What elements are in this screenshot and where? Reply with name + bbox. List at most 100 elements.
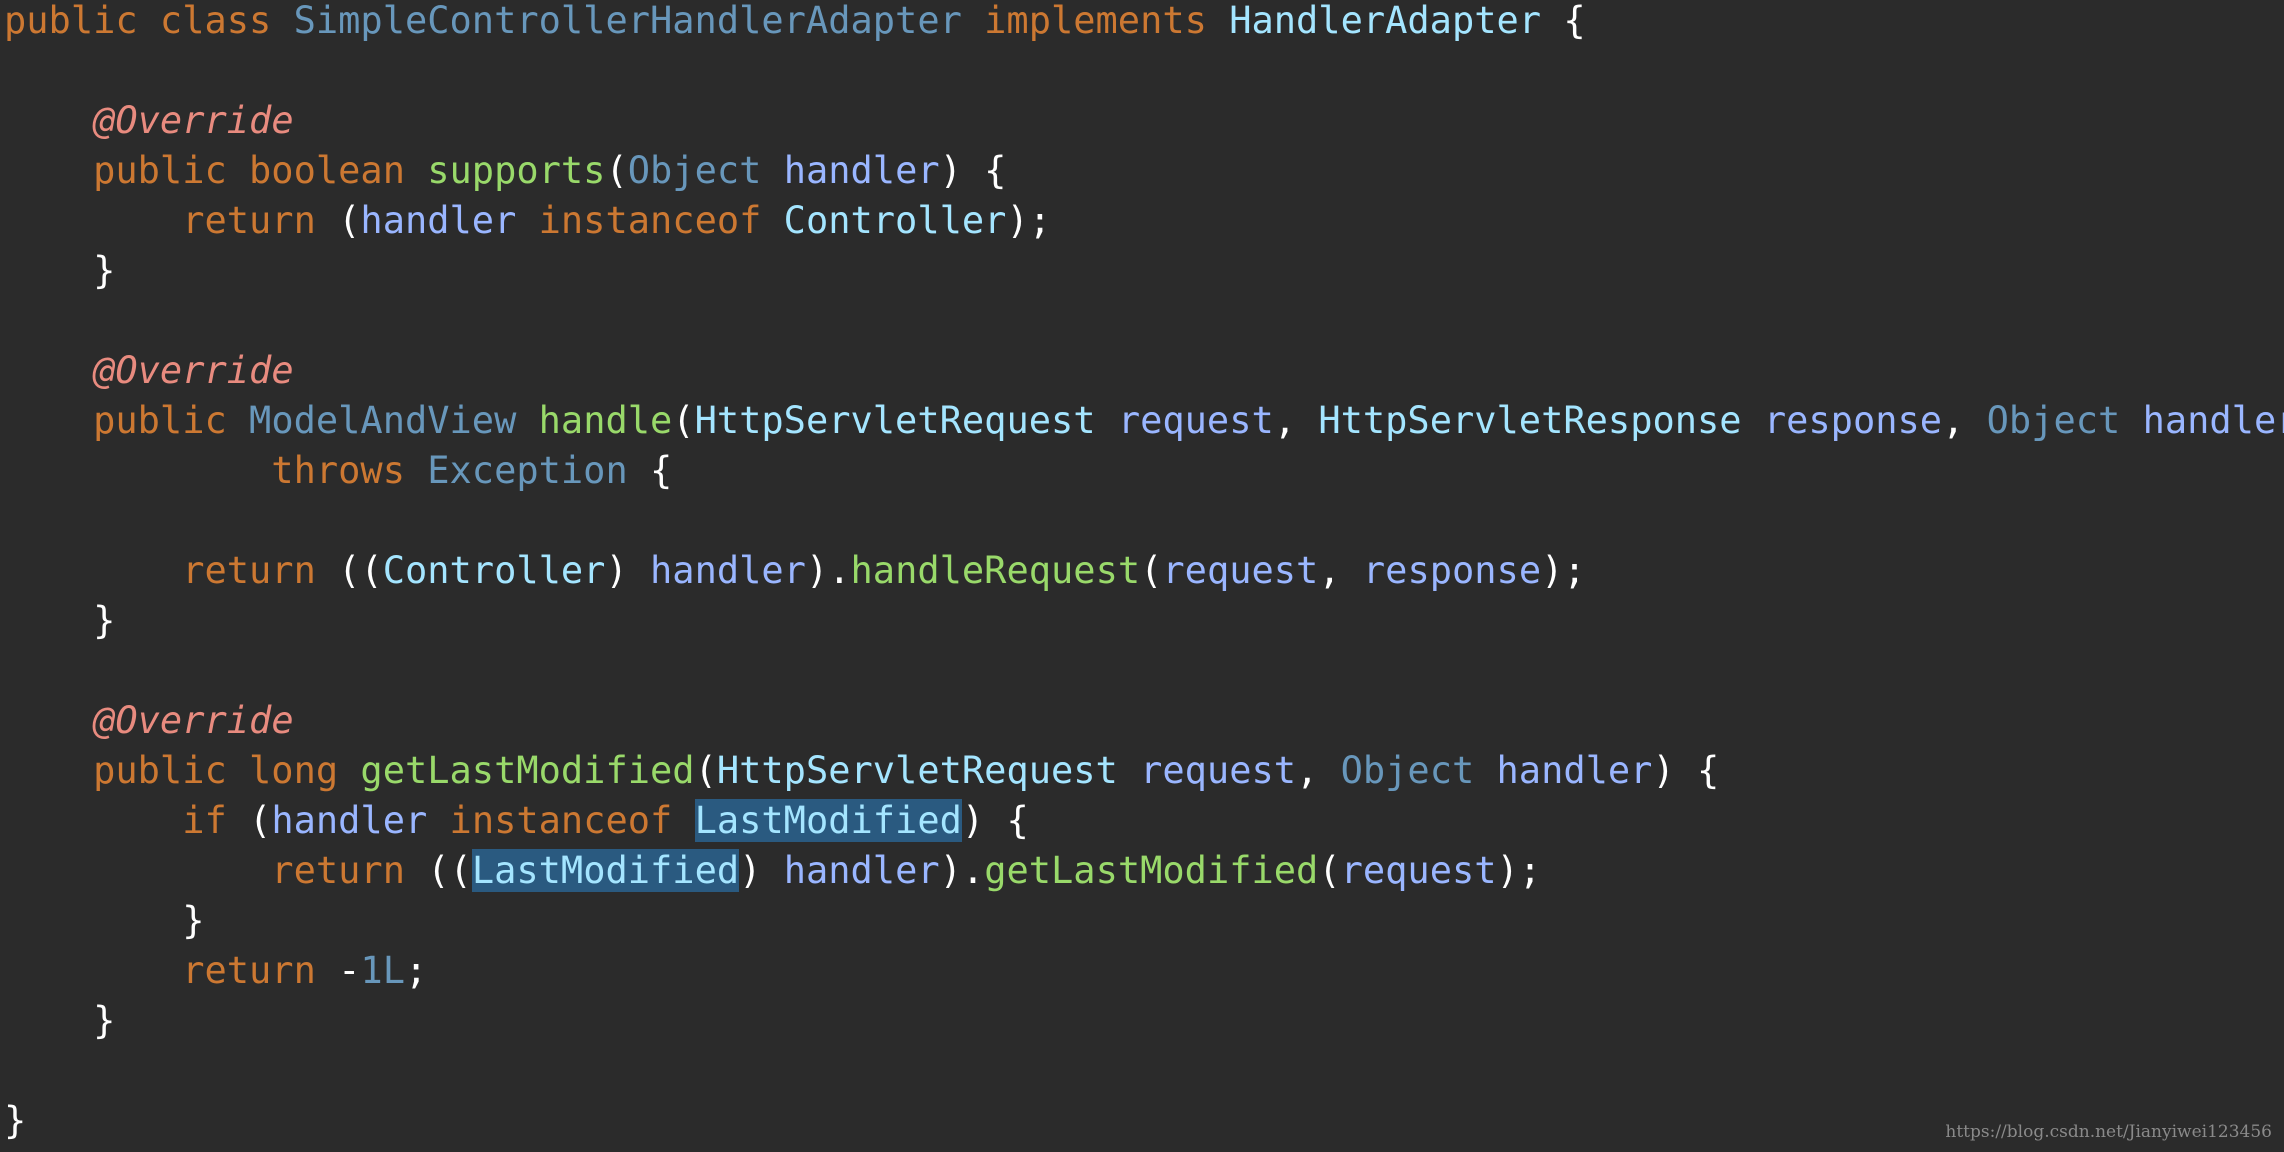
code-token: handleRequest — [850, 549, 1141, 592]
code-token: ModelAndView — [249, 399, 517, 442]
code-token: supports — [427, 149, 606, 192]
code-token: request — [1340, 849, 1497, 892]
code-token: response — [1362, 549, 1542, 592]
code-token: } — [4, 599, 116, 642]
code-token: ( — [249, 799, 272, 842]
code-line: if (handler instanceof LastModified) { — [4, 796, 1029, 846]
code-token: ( — [1318, 849, 1341, 892]
code-token: ( — [672, 399, 695, 442]
code-token: implements — [961, 0, 1230, 42]
code-token: ; — [404, 949, 428, 992]
code-token: @Override — [93, 699, 294, 742]
code-line: @Override — [4, 96, 294, 146]
code-token: 1L — [360, 949, 405, 992]
code-token: handler — [783, 149, 940, 192]
code-token: handler — [360, 199, 517, 242]
code-token: instanceof — [516, 199, 784, 242]
code-token: , — [1273, 399, 1319, 442]
code-token: ) { — [961, 799, 1029, 842]
code-token: { — [627, 449, 673, 492]
code-token: } — [4, 899, 205, 942]
code-token: ); — [1541, 549, 1586, 592]
code-token: @Override — [93, 349, 294, 392]
code-line: } — [4, 896, 204, 946]
code-token: ( — [338, 199, 361, 242]
code-token: ); — [1006, 199, 1051, 242]
code-token: { — [1541, 0, 1586, 42]
code-token: request — [1117, 399, 1274, 442]
code-editor[interactable]: public class SimpleControllerHandlerAdap… — [0, 0, 2284, 1152]
code-token: - — [338, 949, 361, 992]
code-token: SimpleControllerHandlerAdapter — [293, 0, 962, 42]
code-line: @Override — [4, 696, 294, 746]
code-token: public class — [4, 0, 294, 42]
code-token: HttpServletRequest — [694, 399, 1096, 442]
code-token: Object — [1986, 399, 2121, 442]
code-token: handler — [1496, 749, 1653, 792]
code-token: ( — [1140, 549, 1163, 592]
code-token: ) — [605, 549, 651, 592]
code-token: , — [1942, 399, 1987, 442]
code-line: public ModelAndView handle(HttpServletRe… — [4, 396, 2284, 446]
code-line: throws Exception { — [4, 446, 672, 496]
code-token: instanceof — [427, 799, 695, 842]
code-token: response — [1763, 399, 1943, 442]
code-token: Exception — [427, 449, 628, 492]
code-token: return — [4, 849, 428, 892]
code-token: handle — [538, 399, 673, 442]
code-token: request — [1140, 749, 1297, 792]
code-token: Controller — [382, 549, 606, 592]
code-token: handler — [271, 799, 428, 842]
watermark-url: https://blog.csdn.net/Jianyiwei123456 — [1945, 1122, 2272, 1142]
code-line: return ((LastModified) handler).getLastM… — [4, 846, 1541, 896]
code-token: ( — [605, 149, 628, 192]
code-token: ). — [805, 549, 851, 592]
code-line: public boolean supports(Object handler) … — [4, 146, 1006, 196]
code-token: throws — [4, 449, 428, 492]
code-token: getLastModified — [360, 749, 695, 792]
code-token: if — [4, 799, 250, 842]
code-token: LastModified — [694, 799, 962, 842]
code-token: HttpServletRequest — [716, 749, 1118, 792]
code-token: HandlerAdapter — [1229, 0, 1542, 42]
code-token: ) — [739, 849, 784, 892]
code-token: ( — [694, 749, 717, 792]
code-token: } — [4, 249, 116, 292]
code-line: public long getLastModified(HttpServletR… — [4, 746, 1719, 796]
code-token: (( — [338, 549, 383, 592]
code-token: ) { — [939, 149, 1007, 192]
code-token: , — [1318, 549, 1363, 592]
code-token: public — [4, 399, 250, 442]
code-token: (( — [427, 849, 472, 892]
code-token: ). — [939, 849, 985, 892]
code-token: handler — [2142, 399, 2284, 442]
code-line: return (handler instanceof Controller); — [4, 196, 1051, 246]
code-token: } — [4, 999, 116, 1042]
code-token: ); — [1496, 849, 1542, 892]
code-token: handler — [650, 549, 806, 592]
code-line: return ((Controller) handler).handleRequ… — [4, 546, 1586, 596]
code-line: } — [4, 996, 115, 1046]
code-token: return — [4, 199, 339, 242]
code-token: ) { — [1652, 749, 1720, 792]
code-line: public class SimpleControllerHandlerAdap… — [4, 0, 1586, 46]
code-token: LastModified — [471, 849, 740, 892]
code-token: HttpServletResponse — [1318, 399, 1742, 442]
code-line: } — [4, 246, 115, 296]
code-line: } — [4, 596, 115, 646]
code-token: return — [4, 549, 339, 592]
code-token: handler — [783, 849, 940, 892]
code-token: @Override — [93, 99, 294, 142]
code-token: request — [1162, 549, 1319, 592]
code-token: Object — [627, 149, 762, 192]
